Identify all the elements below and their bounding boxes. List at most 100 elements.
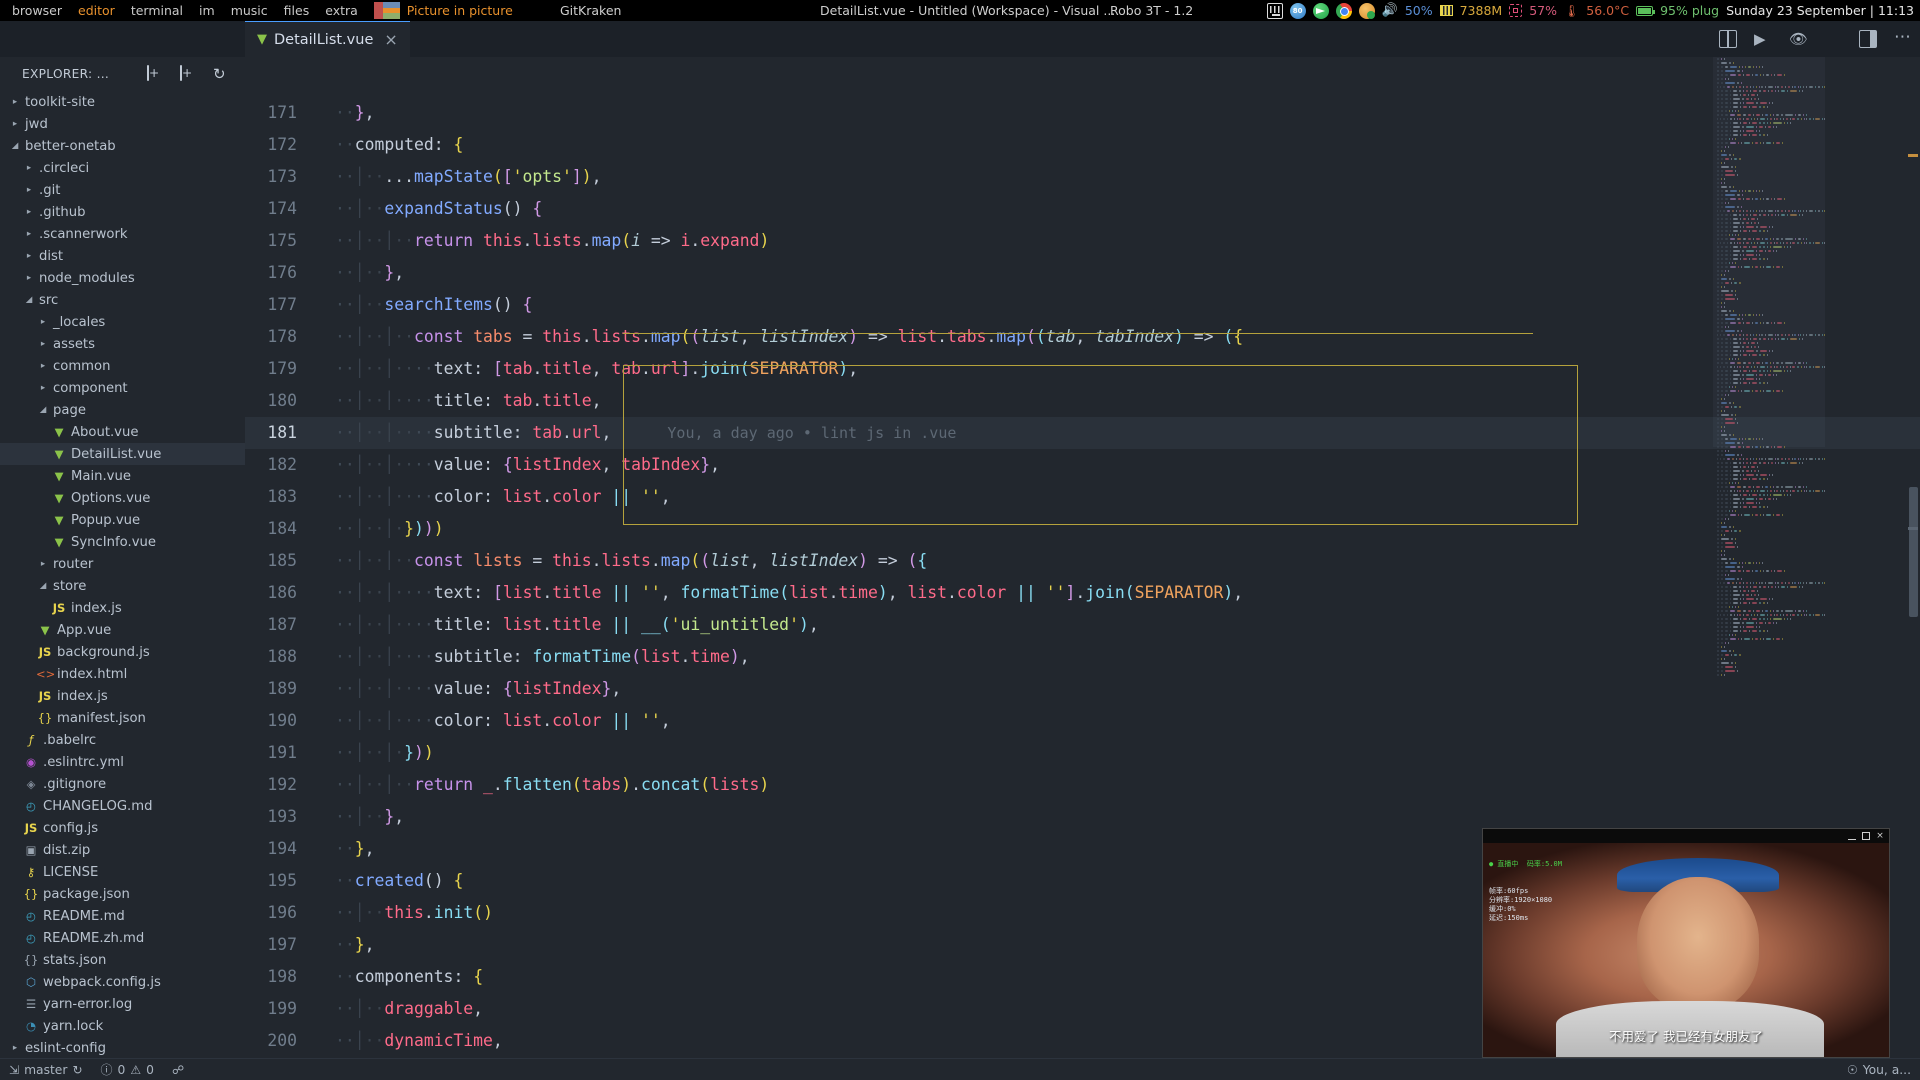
vue-devtools-icon[interactable] (1824, 30, 1842, 48)
code-line[interactable]: 180 ··│··│····title: tab.title, (245, 385, 1920, 417)
tree-file-webpack-config-js[interactable]: ⬡ webpack.config.js (0, 971, 245, 993)
status-problems[interactable]: ⓘ 0 ⚠ 0 (92, 1059, 163, 1080)
tree-file-yarn-error-log[interactable]: ☰ yarn-error.log (0, 993, 245, 1015)
tree-file-main-vue[interactable]: ▼ Main.vue (0, 465, 245, 487)
chevron-right-icon[interactable]: ▸ (36, 317, 50, 327)
app-badge-icon[interactable] (1289, 2, 1306, 19)
code-line[interactable]: 187 ··│··│····title: list.title || __('ui… (245, 609, 1920, 641)
peach-sync-icon[interactable] (1358, 2, 1375, 19)
minimize-icon[interactable] (1848, 832, 1856, 840)
tree-file-index-html[interactable]: <> index.html (0, 663, 245, 685)
tree-file-detaillist-vue[interactable]: ▼ DetailList.vue (0, 443, 245, 465)
chevron-right-icon[interactable]: ▸ (22, 207, 36, 217)
tree-file-dist-zip[interactable]: ▣ dist.zip (0, 839, 245, 861)
tree-folder-page[interactable]: ◢ page (0, 399, 245, 421)
tree-file-background-js[interactable]: JS background.js (0, 641, 245, 663)
code-line[interactable]: 191 ··│··│·})) (245, 737, 1920, 769)
maximize-icon[interactable] (1862, 832, 1870, 840)
tree-file-eslintrc-yml[interactable]: ◉ .eslintrc.yml (0, 751, 245, 773)
workspace-files[interactable]: files (276, 0, 318, 21)
editor-scrollbar[interactable] (1906, 57, 1920, 1058)
tree-file-index-js[interactable]: JS index.js (0, 597, 245, 619)
tree-folder-store[interactable]: ◢ store (0, 575, 245, 597)
toggle-panel-icon[interactable] (1859, 30, 1877, 48)
tree-file-babelrc[interactable]: ƒ .babelrc (0, 729, 245, 751)
telegram-icon[interactable] (1312, 2, 1329, 19)
chrome-icon[interactable] (1335, 2, 1352, 19)
code-line[interactable]: 184 ··│··│·}))) (245, 513, 1920, 545)
tree-folder-src[interactable]: ◢ src (0, 289, 245, 311)
chevron-right-icon[interactable]: ▸ (22, 185, 36, 195)
tree-file-options-vue[interactable]: ▼ Options.vue (0, 487, 245, 509)
code-line[interactable]: 186 ··│··│····text: [list.title || '', fo… (245, 577, 1920, 609)
app-title-gitkraken[interactable]: GitKraken (560, 3, 621, 18)
clock[interactable]: Sunday 23 September | 11:13 (1726, 3, 1914, 18)
new-file-icon[interactable]: + (147, 65, 163, 82)
code-line[interactable]: 175 ··│··│··return this.lists.map(i => i.… (245, 225, 1920, 257)
workspace-switcher[interactable]: browser editor terminal im music files e… (0, 0, 513, 21)
close-icon[interactable]: × (384, 31, 397, 47)
chevron-down-icon[interactable]: ◢ (36, 405, 50, 415)
tree-folder-common[interactable]: ▸ common (0, 355, 245, 377)
code-line[interactable]: 189 ··│··│····value: {listIndex}, (245, 673, 1920, 705)
status-blame[interactable]: ☉ You, a... (1838, 1059, 1920, 1080)
split-editor-icon[interactable] (1719, 30, 1737, 48)
code-line[interactable]: 177 ··│··searchItems() { (245, 289, 1920, 321)
tree-folder-scannerwork[interactable]: ▸ .scannerwork (0, 223, 245, 245)
workspace-browser[interactable]: browser (4, 0, 70, 21)
chevron-right-icon[interactable]: ▸ (36, 339, 50, 349)
tree-folder-locales[interactable]: ▸ _locales (0, 311, 245, 333)
tree-folder-dist[interactable]: ▸ dist (0, 245, 245, 267)
run-play-icon[interactable]: ▶ (1754, 30, 1772, 48)
minimap-slider[interactable] (1713, 57, 1825, 447)
chevron-down-icon[interactable]: ◢ (36, 581, 50, 591)
tree-file-readme-md[interactable]: ◴ README.md (0, 905, 245, 927)
pip-titlebar[interactable]: × (1483, 829, 1889, 843)
tree-folder-git[interactable]: ▸ .git (0, 179, 245, 201)
tree-folder-node-modules[interactable]: ▸ node_modules (0, 267, 245, 289)
tree-folder-assets[interactable]: ▸ assets (0, 333, 245, 355)
workspace-terminal[interactable]: terminal (123, 0, 191, 21)
tree-file-gitignore[interactable]: ◈ .gitignore (0, 773, 245, 795)
status-branch[interactable]: ⇲ master ↻ (0, 1059, 92, 1080)
chevron-down-icon[interactable]: ◢ (22, 295, 36, 305)
tree-file-syncinfo-vue[interactable]: ▼ SyncInfo.vue (0, 531, 245, 553)
workspace-music[interactable]: music (223, 0, 276, 21)
tree-folder-better-onetab[interactable]: ◢ better-onetab (0, 135, 245, 157)
tree-folder-router[interactable]: ▸ router (0, 553, 245, 575)
tree-folder-eslint-config[interactable]: ▸ eslint-config (0, 1037, 245, 1058)
code-line[interactable]: 179 ··│··│····text: [tab.title, tab.url].… (245, 353, 1920, 385)
chevron-right-icon[interactable]: ▸ (8, 119, 22, 129)
tab-detaillist-vue[interactable]: ▼ DetailList.vue × (245, 21, 410, 57)
code-line[interactable]: 188 ··│··│····subtitle: formatTime(list.t… (245, 641, 1920, 673)
code-line[interactable]: 178 ··│··│··const tabs = this.lists.map((… (245, 321, 1920, 353)
code-line[interactable]: 190 ··│··│····color: list.color || '', (245, 705, 1920, 737)
chevron-right-icon[interactable]: ▸ (22, 251, 36, 261)
code-line[interactable]: 185 ··│··│··const lists = this.lists.map(… (245, 545, 1920, 577)
workspace-editor[interactable]: editor (70, 0, 123, 21)
new-folder-icon[interactable]: + (180, 65, 196, 82)
code-line[interactable]: 172 ··computed: { (245, 129, 1920, 161)
tree-file-package-json[interactable]: {} package.json (0, 883, 245, 905)
workspace-extra[interactable]: extra (317, 0, 366, 21)
tree-file-yarn-lock[interactable]: ◔ yarn.lock (0, 1015, 245, 1037)
tree-file-popup-vue[interactable]: ▼ Popup.vue (0, 509, 245, 531)
code-line[interactable]: 182 ··│··│····value: {listIndex, tabIndex… (245, 449, 1920, 481)
tree-file-changelog-md[interactable]: ◴ CHANGELOG.md (0, 795, 245, 817)
chevron-down-icon[interactable]: ◢ (8, 141, 22, 151)
chevron-right-icon[interactable]: ▸ (36, 383, 50, 393)
app-title-robo3t[interactable]: Robo 3T - 1.2 (1110, 3, 1193, 18)
picture-in-picture-window[interactable]: × ● 直播中 码率:5.0M 帧率:60fps 分辨率:1920×1080 缓… (1482, 828, 1890, 1058)
tree-file-app-vue[interactable]: ▼ App.vue (0, 619, 245, 641)
tree-file-index-js[interactable]: JS index.js (0, 685, 245, 707)
tree-folder-circleci[interactable]: ▸ .circleci (0, 157, 245, 179)
chevron-right-icon[interactable]: ▸ (36, 361, 50, 371)
workspace-im[interactable]: im (191, 0, 223, 21)
code-line[interactable]: 192 ··│··│··return _.flatten(tabs).concat… (245, 769, 1920, 801)
tree-file-config-js[interactable]: JS config.js (0, 817, 245, 839)
active-window-title[interactable]: DetailList.vue - Untitled (Workspace) - … (820, 3, 1115, 18)
more-actions-icon[interactable]: ⋯ (1894, 29, 1912, 48)
keyboard-icon[interactable] (1266, 2, 1283, 19)
tree-folder-toolkit-site[interactable]: ▸ toolkit-site (0, 91, 245, 113)
chevron-right-icon[interactable]: ▸ (8, 97, 22, 107)
